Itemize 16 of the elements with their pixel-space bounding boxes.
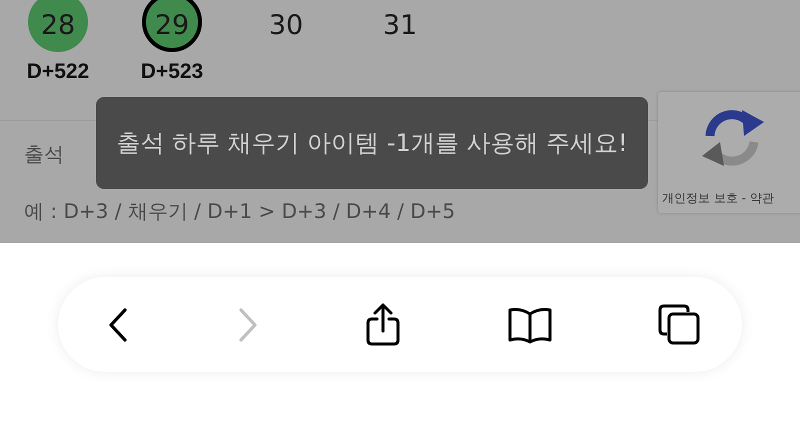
privacy-terms-links[interactable]: 개인정보 보호 - 약관 — [658, 190, 774, 207]
tabs-icon — [658, 304, 700, 346]
day-circle[interactable]: 29 — [142, 0, 202, 52]
share-button[interactable] — [365, 302, 401, 346]
day-count: D+523 — [140, 60, 204, 84]
bookmarks-button[interactable] — [506, 306, 552, 344]
day-circle[interactable]: 30 — [256, 0, 316, 52]
day-count: D+522 — [26, 60, 90, 84]
toast-message: 출석 하루 채우기 아이템 -1개를 사용해 주세요! — [96, 97, 648, 189]
day-circle[interactable]: 31 — [370, 0, 430, 52]
note-text: 예 : D+3 / 채우기 / D+1 > D+3 / D+4 / D+5 — [24, 198, 456, 225]
tabs-button[interactable] — [658, 304, 700, 346]
share-icon — [365, 302, 401, 346]
day-circle[interactable]: 28 — [28, 0, 88, 52]
book-icon — [506, 306, 552, 344]
note-text: 출석 — [24, 141, 64, 168]
